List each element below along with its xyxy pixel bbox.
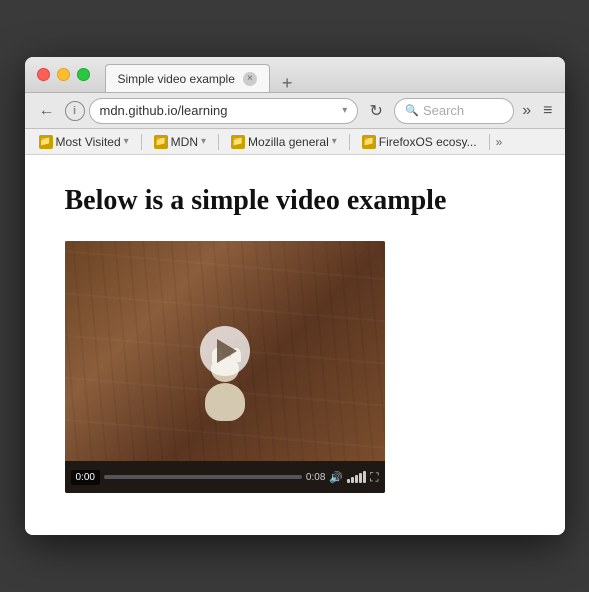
bookmark-separator-4 — [489, 134, 490, 150]
video-frame[interactable] — [65, 241, 385, 461]
bookmark-dropdown-icon-3: ▾ — [332, 136, 337, 147]
bookmark-label-4: FirefoxOS ecosy... — [379, 135, 477, 149]
vol-bar-2 — [351, 477, 354, 483]
bookmark-folder-icon-4: 📁 — [362, 135, 376, 149]
minimize-button[interactable] — [57, 68, 70, 81]
title-bar: Simple video example × + — [25, 57, 565, 93]
search-icon: 🔍 — [405, 104, 419, 117]
bookmark-mdn[interactable]: 📁 MDN ▾ — [148, 133, 212, 151]
bookmark-most-visited[interactable]: 📁 Most Visited ▾ — [33, 133, 135, 151]
bookmark-firefoxos[interactable]: 📁 FirefoxOS ecosy... — [356, 133, 483, 151]
info-icon: i — [73, 105, 76, 117]
url-dropdown-icon: ▾ — [342, 105, 347, 116]
new-tab-button[interactable]: + — [274, 74, 301, 92]
bookmark-dropdown-icon: ▾ — [124, 136, 129, 147]
search-bar[interactable]: 🔍 Search — [394, 98, 514, 124]
bookmarks-bar: 📁 Most Visited ▾ 📁 MDN ▾ 📁 Mozilla gener… — [25, 129, 565, 155]
vol-bar-1 — [347, 479, 350, 483]
play-icon — [217, 339, 237, 363]
menu-button[interactable]: ≡ — [539, 102, 556, 120]
volume-icon[interactable]: 🔊 — [329, 471, 343, 484]
bookmark-folder-icon: 📁 — [39, 135, 53, 149]
url-bar[interactable]: mdn.github.io/learning ▾ — [89, 98, 359, 124]
url-text: mdn.github.io/learning — [100, 103, 339, 118]
search-placeholder: Search — [423, 103, 464, 118]
bookmark-separator — [141, 134, 142, 150]
vol-bar-5 — [363, 471, 366, 483]
tab-area: Simple video example × + — [105, 57, 301, 92]
bookmark-folder-icon-3: 📁 — [231, 135, 245, 149]
bookmark-dropdown-icon-2: ▾ — [201, 136, 206, 147]
nav-bar: ← i mdn.github.io/learning ▾ ↻ 🔍 Search … — [25, 93, 565, 129]
progress-bar[interactable] — [104, 475, 302, 479]
bookmark-folder-icon-2: 📁 — [154, 135, 168, 149]
time-total: 0:08 — [306, 472, 325, 483]
bookmark-label-2: MDN — [171, 135, 198, 149]
animal-body — [205, 383, 245, 421]
time-current: 0:00 — [71, 470, 100, 485]
bookmarks-overflow-icon[interactable]: » — [496, 135, 503, 149]
refresh-icon: ↻ — [370, 101, 383, 121]
traffic-lights — [37, 68, 90, 81]
info-button[interactable]: i — [65, 101, 85, 121]
volume-bars — [347, 471, 366, 483]
back-button[interactable]: ← — [33, 97, 61, 125]
tab-close-button[interactable]: × — [243, 72, 257, 86]
back-icon: ← — [39, 102, 55, 120]
tab-label: Simple video example — [118, 72, 235, 86]
bookmark-label-3: Mozilla general — [248, 135, 329, 149]
close-button[interactable] — [37, 68, 50, 81]
browser-window: Simple video example × + ← i mdn.github.… — [25, 57, 565, 535]
play-button[interactable] — [200, 326, 250, 376]
video-container: 0:00 0:08 🔊 ⛶ — [65, 241, 385, 493]
maximize-button[interactable] — [77, 68, 90, 81]
active-tab[interactable]: Simple video example × — [105, 64, 270, 92]
bookmark-separator-2 — [218, 134, 219, 150]
page-heading: Below is a simple video example — [65, 185, 525, 217]
content-area: Below is a simple video example 0:00 — [25, 155, 565, 535]
video-controls: 0:00 0:08 🔊 ⛶ — [65, 461, 385, 493]
bookmark-mozilla-general[interactable]: 📁 Mozilla general ▾ — [225, 133, 343, 151]
overflow-button[interactable]: » — [518, 102, 535, 120]
bookmark-separator-3 — [349, 134, 350, 150]
vol-bar-4 — [359, 473, 362, 483]
bookmark-label: Most Visited — [56, 135, 121, 149]
fullscreen-button[interactable]: ⛶ — [370, 470, 378, 485]
vol-bar-3 — [355, 475, 358, 483]
refresh-button[interactable]: ↻ — [362, 97, 390, 125]
